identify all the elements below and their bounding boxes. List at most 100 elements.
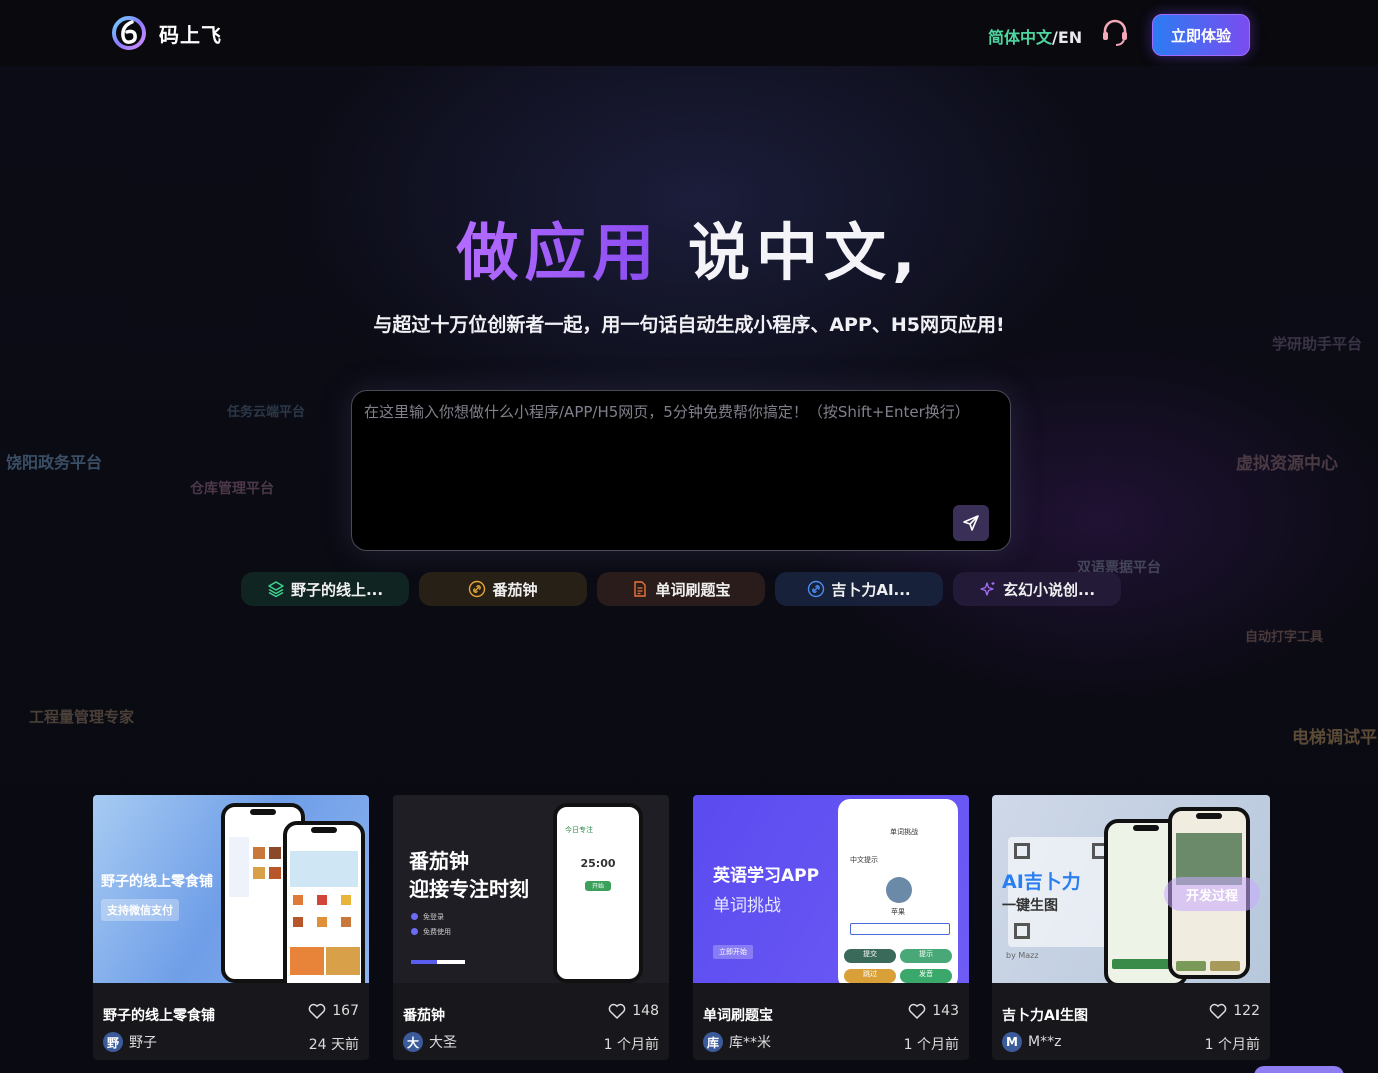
app-card[interactable]: AI吉卜力 一键生图 by Mazz 开发过程 吉卜力AI生图 122 M M*… [992, 795, 1270, 1060]
card-author[interactable]: 库 库**米 [703, 1032, 771, 1052]
floating-tag: 工程量管理专家 [29, 708, 135, 726]
heart-icon [308, 1003, 326, 1019]
layers-icon [268, 581, 284, 598]
example-chips: 野子的线上... 番茄钟 单词刷题宝 吉卜力AI... 玄幻小说创... [241, 572, 1131, 606]
thumb-overlay: 开发过程 [1164, 877, 1260, 911]
hero-title-rest: 说中文, [660, 216, 922, 289]
card-author[interactable]: M M**z [1002, 1032, 1061, 1052]
chip-label: 单词刷题宝 [655, 580, 731, 599]
card-thumbnail: 英语学习APP 单词挑战 立即开始 单词挑战 中文提示 苹果 提交 提示 跳过 … [693, 795, 969, 983]
document-icon [634, 581, 647, 597]
floating-tag: 虚拟资源中心 [1236, 454, 1338, 474]
chip-label: 野子的线上... [290, 580, 384, 599]
card-time: 24 天前 [308, 1037, 359, 1053]
hero-title: 做应用 说中文, [0, 202, 1378, 292]
prompt-box [351, 390, 1011, 551]
try-now-button[interactable]: 立即体验 [1152, 14, 1250, 56]
chip-label: 番茄钟 [492, 580, 538, 599]
example-chip[interactable]: 吉卜力AI... [775, 572, 943, 606]
app-card[interactable]: 英语学习APP 单词挑战 立即开始 单词挑战 中文提示 苹果 提交 提示 跳过 … [693, 795, 969, 1060]
logo-mark-icon [112, 16, 146, 50]
thumb-prompt: 中文提示 [850, 856, 878, 864]
brand-logo[interactable]: 码上飞 [112, 16, 222, 50]
card-title: 吉卜力AI生图 [1002, 1008, 1089, 1024]
thumb-start: 开始 [585, 881, 611, 891]
like-value: 167 [332, 1003, 359, 1019]
thumb-button: 提示 [900, 949, 952, 963]
like-value: 122 [1233, 1003, 1260, 1019]
heart-icon [1209, 1003, 1227, 1019]
card-author[interactable]: 大 大圣 [403, 1032, 457, 1052]
avatar: 野 [103, 1032, 123, 1052]
floating-action-pill[interactable] [1254, 1066, 1344, 1073]
thumb-feature: 免费使用 [423, 928, 451, 936]
thumb-title: 野子的线上零食铺 [101, 874, 213, 890]
like-count[interactable]: 148 [608, 1003, 659, 1019]
avatar: 库 [703, 1032, 723, 1052]
card-thumbnail: 番茄钟 迎接专注时刻 免登录 免费使用 今日专注 25:00 开始 [393, 795, 669, 983]
example-chip[interactable]: 玄幻小说创... [953, 572, 1121, 606]
like-value: 148 [632, 1003, 659, 1019]
send-button[interactable] [953, 505, 989, 541]
thumb-feature: 免登录 [423, 913, 444, 921]
floating-tag: 电梯调试平 [1292, 728, 1377, 748]
link-icon [469, 580, 486, 598]
thumb-subtitle: 单词挑战 [713, 896, 781, 916]
thumb-app-name: 今日专注 [565, 826, 593, 834]
thumb-timer: 25:00 [580, 857, 616, 870]
floating-tag: 饶阳政务平台 [6, 453, 103, 472]
heart-icon [608, 1003, 626, 1019]
logo-text: 码上飞 [159, 22, 222, 47]
top-nav: 码上飞 简体中文/EN 立即体验 [0, 0, 1378, 66]
thumb-subtitle: 一键生图 [1002, 898, 1058, 914]
floating-tag: 任务云端平台 [227, 405, 306, 420]
thumb-byline: by Mazz [1006, 951, 1039, 960]
thumb-title: 英语学习APP [713, 866, 820, 886]
floating-tag: 自动打字工具 [1245, 630, 1324, 645]
language-switch[interactable]: 简体中文/EN [988, 24, 1082, 48]
lang-option-zh[interactable]: 简体中文 [988, 28, 1052, 47]
card-time: 1 个月前 [1204, 1037, 1260, 1053]
like-count[interactable]: 167 [308, 1003, 359, 1019]
author-name: 大圣 [429, 1035, 457, 1051]
example-chip[interactable]: 单词刷题宝 [597, 572, 765, 606]
thumb-badge: 支持微信支付 [101, 899, 179, 921]
prompt-input[interactable] [364, 401, 1000, 501]
like-count[interactable]: 122 [1209, 1003, 1260, 1019]
send-icon [963, 515, 979, 531]
example-chip[interactable]: 番茄钟 [419, 572, 587, 606]
card-title: 野子的线上零食铺 [103, 1008, 215, 1024]
chip-label: 吉卜力AI... [831, 580, 911, 599]
card-time: 1 个月前 [903, 1037, 959, 1053]
chip-label: 玄幻小说创... [1002, 580, 1096, 599]
sparkle-icon [980, 582, 995, 596]
phone-mockup: 今日专注 25:00 开始 [553, 803, 643, 983]
example-chip[interactable]: 野子的线上... [241, 572, 409, 606]
phone-mockup: 单词挑战 中文提示 苹果 提交 提示 跳过 发音 [838, 799, 958, 983]
thumb-button: 发音 [900, 969, 952, 983]
avatar: 大 [403, 1032, 423, 1052]
headset-support-icon[interactable] [1100, 18, 1130, 48]
like-value: 143 [932, 1003, 959, 1019]
card-title: 番茄钟 [403, 1008, 445, 1024]
app-card[interactable]: 番茄钟 迎接专注时刻 免登录 免费使用 今日专注 25:00 开始 番茄钟 14… [393, 795, 669, 1060]
hero-title-accent: 做应用 [456, 216, 661, 289]
avatar: M [1002, 1032, 1022, 1052]
card-time: 1 个月前 [603, 1037, 659, 1053]
floating-tag: 仓库管理平台 [190, 481, 274, 497]
author-name: M**z [1028, 1034, 1062, 1050]
thumb-button: 跳过 [844, 969, 896, 983]
card-author[interactable]: 野 野子 [103, 1032, 157, 1052]
thumb-screen-title: 单词挑战 [890, 828, 918, 836]
like-count[interactable]: 143 [908, 1003, 959, 1019]
card-thumbnail: AI吉卜力 一键生图 by Mazz 开发过程 [992, 795, 1270, 983]
heart-icon [908, 1003, 926, 1019]
app-card[interactable]: 野子的线上零食铺 支持微信支付 野子的线上零食铺 167 野 野子 24 天前 [93, 795, 369, 1060]
lang-option-en[interactable]: EN [1058, 28, 1082, 47]
author-name: 野子 [129, 1035, 157, 1051]
phone-mockup [283, 821, 365, 983]
author-name: 库**米 [729, 1035, 771, 1051]
thumb-word: 苹果 [891, 908, 905, 916]
thumb-start: 立即开始 [713, 945, 753, 959]
link-icon [808, 580, 825, 598]
